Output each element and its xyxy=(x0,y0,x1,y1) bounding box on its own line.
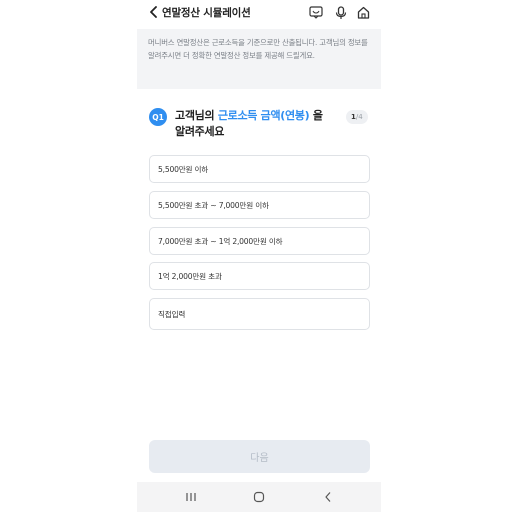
notice-box: 머니버스 연말정산은 근로소득을 기준으로만 산출됩니다. 고객님의 정보를 알… xyxy=(137,29,381,89)
question-title: 고객님의 근로소득 금액(연봉) 을 알려주세요 xyxy=(175,108,345,140)
header: 연말정산 시뮬레이션 xyxy=(137,0,381,26)
progress-indicator: 1/4 xyxy=(346,110,368,124)
option-over-120m[interactable]: 1억 2,000만원 초과 xyxy=(149,262,370,290)
option-55m-to-70m[interactable]: 5,500만원 초과 ~ 7,000만원 이하 xyxy=(149,191,370,219)
chatbot-icon[interactable] xyxy=(308,5,323,20)
question-suffix: 을 xyxy=(309,109,323,122)
notice-text: 머니버스 연말정산은 근로소득을 기준으로만 산출됩니다. 고객님의 정보를 알… xyxy=(148,38,368,60)
page-title: 연말정산 시뮬레이션 xyxy=(162,7,251,19)
mic-icon[interactable] xyxy=(333,5,348,20)
option-direct-input[interactable]: 직접입력 xyxy=(149,298,370,330)
back-nav-icon[interactable] xyxy=(321,490,335,504)
question-badge: Q1 xyxy=(149,108,167,126)
recent-apps-icon[interactable] xyxy=(184,490,198,504)
home-nav-icon[interactable] xyxy=(252,490,266,504)
system-navbar xyxy=(137,482,381,512)
question-line2: 알려주세요 xyxy=(175,125,225,138)
question-prefix: 고객님의 xyxy=(175,109,218,122)
home-icon[interactable] xyxy=(356,5,371,20)
option-under-55m[interactable]: 5,500만원 이하 xyxy=(149,155,370,183)
option-70m-to-120m[interactable]: 7,000만원 초과 ~ 1억 2,000만원 이하 xyxy=(149,227,370,255)
back-icon[interactable] xyxy=(147,5,161,19)
app-screen: 연말정산 시뮬레이션 머니버스 연말정산은 근로소득을 기준으로만 산출됩니다.… xyxy=(137,0,381,512)
next-button[interactable]: 다음 xyxy=(149,440,370,473)
question-highlight: 근로소득 금액(연봉) xyxy=(217,109,310,122)
progress-total: /4 xyxy=(355,113,363,121)
